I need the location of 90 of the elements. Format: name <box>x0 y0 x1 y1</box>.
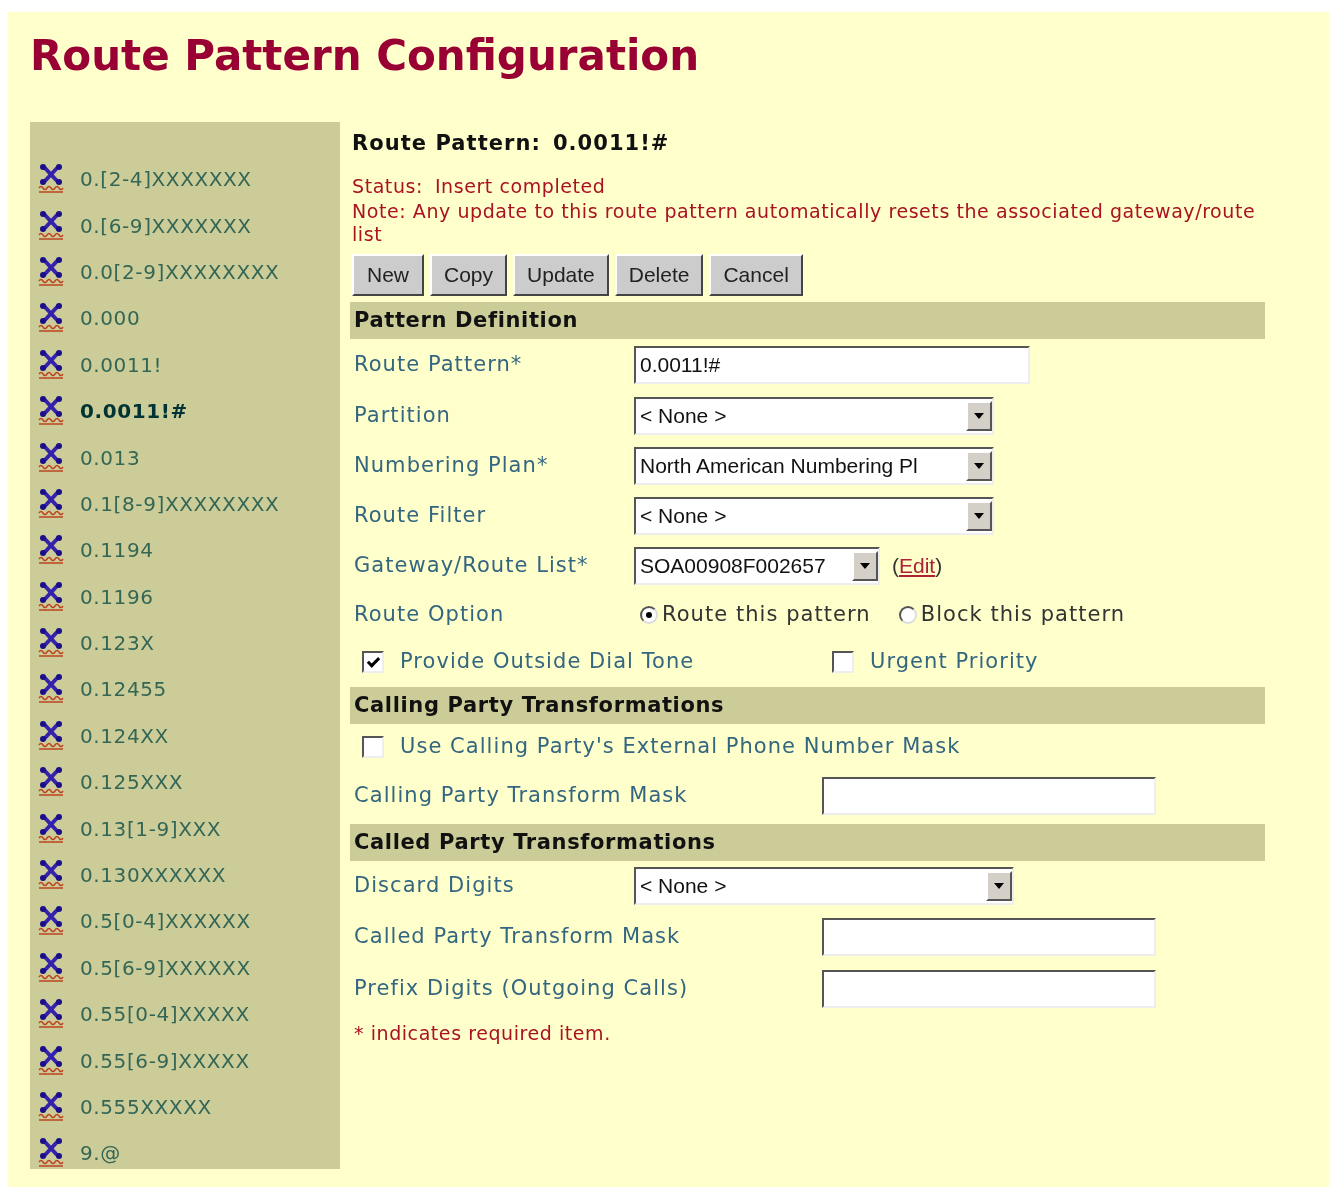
sidebar-item[interactable]: 0.0011! <box>38 341 340 388</box>
status-label: Status: <box>352 173 423 199</box>
sidebar-item[interactable]: 0.5[0-4]XXXXXX <box>38 898 340 945</box>
dropdown[interactable]: < None > <box>634 497 994 535</box>
paren: ) <box>935 553 943 580</box>
x-icon <box>38 442 64 473</box>
field-label: Called Party Transform Mask <box>354 923 682 951</box>
field-label: Route Pattern* <box>354 351 524 379</box>
toolbar-button[interactable]: New <box>352 254 424 296</box>
text-field[interactable] <box>822 777 1156 815</box>
sidebar-item[interactable]: 0.0011!# <box>38 387 340 435</box>
text-field[interactable]: 0.0011!# <box>634 346 1030 384</box>
field-label: Prefix Digits (Outgoing Calls) <box>354 975 690 1003</box>
checkbox[interactable] <box>832 651 854 673</box>
paren: ( <box>892 553 899 580</box>
text-field[interactable] <box>822 970 1156 1008</box>
x-icon <box>38 906 64 937</box>
x-icon <box>38 952 64 983</box>
header-value: 0.0011!# <box>552 130 670 157</box>
x-icon <box>38 488 64 519</box>
sidebar-item[interactable]: 0.124XX <box>38 712 340 760</box>
sidebar-item[interactable]: 0.1196 <box>38 573 340 620</box>
x-icon <box>38 720 64 751</box>
x-icon <box>38 674 64 705</box>
footnote: * indicates required item. <box>353 1021 612 1046</box>
page-title: Route Pattern Configuration <box>30 30 701 82</box>
sidebar-item[interactable]: 0.1[8-9]XXXXXXXX <box>38 480 340 528</box>
sidebar-item[interactable]: 0.5[6-9]XXXXXX <box>38 944 340 992</box>
status-text: Insert completed <box>434 173 606 199</box>
checkbox-label: Urgent Priority <box>870 648 1039 676</box>
toolbar-button[interactable]: Delete <box>614 254 704 296</box>
section-header: Calling Party Transformations <box>350 687 1265 724</box>
sidebar-item[interactable]: 0.123X <box>38 619 340 667</box>
sidebar-item[interactable]: 0.125XXX <box>38 759 340 806</box>
dropdown[interactable]: SOA00908F002657 <box>634 547 880 585</box>
x-icon <box>38 396 64 427</box>
radio-button[interactable] <box>640 606 658 624</box>
x-icon <box>38 535 64 566</box>
field-label: Route Option <box>354 601 506 629</box>
checkbox-label: Provide Outside Dial Tone <box>400 648 695 676</box>
sidebar-item[interactable]: 0.[6-9]XXXXXXX <box>38 202 340 249</box>
radio-label: Route this pattern <box>662 601 871 629</box>
header-label: Route Pattern: <box>352 130 541 157</box>
sidebar-item[interactable]: 0.1194 <box>38 527 340 574</box>
dropdown[interactable]: < None > <box>634 867 1014 905</box>
text-field[interactable] <box>822 918 1156 956</box>
x-icon <box>38 999 64 1030</box>
sidebar-item[interactable]: 0.13[1-9]XXX <box>38 805 340 852</box>
sidebar-item[interactable]: 0.[2-4]XXXXXXX <box>38 156 340 203</box>
toolbar-button[interactable]: Cancel <box>709 254 803 296</box>
x-icon <box>38 256 64 287</box>
x-icon <box>38 860 64 891</box>
section-header: Called Party Transformations <box>350 824 1265 861</box>
toolbar-button[interactable]: Copy <box>430 254 508 296</box>
field-label: Numbering Plan* <box>354 452 550 480</box>
x-icon <box>38 1045 64 1076</box>
sidebar-item[interactable]: 0.555XXXXX <box>38 1083 340 1131</box>
field-label: Gateway/Route List* <box>354 552 590 580</box>
x-icon <box>38 210 64 241</box>
sidebar-item[interactable]: 0.55[0-4]XXXXX <box>38 991 340 1038</box>
x-icon <box>38 349 64 380</box>
section-header: Pattern Definition <box>350 302 1265 339</box>
dropdown[interactable]: < None > <box>634 397 994 435</box>
x-icon <box>38 164 64 195</box>
sidebar-item[interactable]: 0.130XXXXXX <box>38 851 340 899</box>
field-label: Route Filter <box>354 502 488 530</box>
checkbox[interactable] <box>362 651 384 673</box>
x-icon <box>38 767 64 798</box>
dropdown[interactable]: North American Numbering Pl <box>634 447 994 485</box>
note-text: Note: Any update to this route pattern automatically resets the associated gateway/route list <box>351 200 1257 246</box>
sidebar-item[interactable]: 0.0[2-9]XXXXXXXX <box>38 248 340 296</box>
checkbox[interactable] <box>362 736 384 758</box>
sidebar-item[interactable]: 0.55[6-9]XXXXX <box>38 1037 340 1084</box>
x-icon <box>38 1092 64 1122</box>
sidebar-item[interactable]: 9.@ <box>38 1130 340 1177</box>
sidebar-item[interactable]: 0.12455 <box>38 666 340 713</box>
field-label: Calling Party Transform Mask <box>354 782 689 810</box>
x-icon <box>38 581 64 612</box>
checkbox-label: Use Calling Party's External Phone Number Mask <box>400 733 961 761</box>
field-label: Partition <box>354 402 452 430</box>
field-label: Discard Digits <box>354 872 516 900</box>
radio-button[interactable] <box>898 606 917 624</box>
x-icon <box>38 303 64 334</box>
radio-label: Block this pattern <box>920 601 1126 629</box>
x-icon <box>38 628 64 659</box>
toolbar-button[interactable]: Update <box>513 254 609 296</box>
sidebar-item[interactable]: 0.013 <box>38 434 340 481</box>
x-icon <box>38 813 64 844</box>
x-icon <box>38 1138 64 1169</box>
sidebar-item[interactable]: 0.000 <box>38 295 340 342</box>
